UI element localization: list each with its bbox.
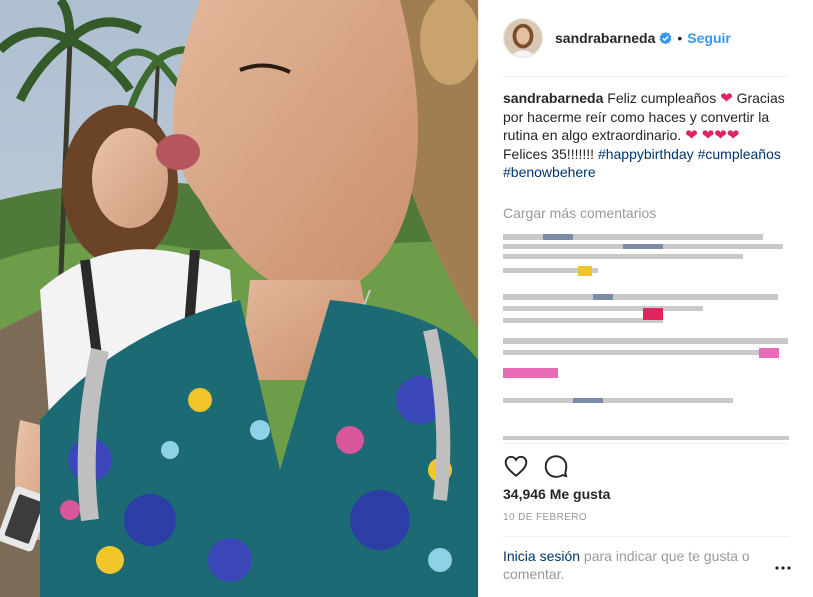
divider (503, 536, 789, 537)
more-options-icon[interactable] (775, 562, 791, 574)
post-photo[interactable] (0, 0, 478, 597)
login-link[interactable]: Inicia sesión (503, 548, 580, 564)
post-side-panel: sandrabarneda • Seguir sandrabarneda Fel… (478, 0, 813, 597)
hashtag-link[interactable]: #happybirthday (598, 146, 694, 162)
likes-count[interactable]: 34,946 Me gusta (503, 486, 610, 502)
hashtag-link[interactable]: #cumpleaños (698, 146, 781, 162)
selfie-image (0, 0, 478, 597)
divider (503, 443, 789, 444)
load-more-comments-link[interactable]: Cargar más comentarios (503, 205, 656, 221)
post-caption: sandrabarneda Feliz cumpleaños ❤ Gracias… (503, 89, 793, 181)
pixelated-comments-image (503, 234, 789, 440)
separator-dot: • (677, 30, 683, 46)
hashtag-link[interactable]: #benowbehere (503, 164, 596, 180)
verified-badge-icon (659, 31, 672, 44)
username-link[interactable]: sandrabarneda (555, 30, 655, 46)
heart-icon[interactable] (503, 453, 529, 479)
post-date: 10 DE FEBRERO (503, 512, 588, 523)
post-actions (503, 451, 583, 481)
caption-line-1: Feliz cumpleaños (607, 90, 717, 106)
heart-emoji: ❤ (685, 127, 698, 144)
caption-username[interactable]: sandrabarneda (503, 90, 603, 106)
avatar[interactable] (503, 18, 543, 58)
post-header: sandrabarneda • Seguir (503, 17, 789, 59)
heart-emoji: ❤ (720, 90, 733, 107)
hearts-emoji: ❤❤❤ (701, 127, 740, 144)
comment-icon[interactable] (543, 453, 569, 479)
follow-button[interactable]: Seguir (687, 30, 731, 46)
divider (503, 76, 789, 77)
caption-line-3: Felices 35!!!!!!! (503, 146, 595, 162)
pixelated-comments (503, 228, 789, 444)
login-prompt: Inicia sesión para indicar que te gusta … (503, 547, 765, 583)
